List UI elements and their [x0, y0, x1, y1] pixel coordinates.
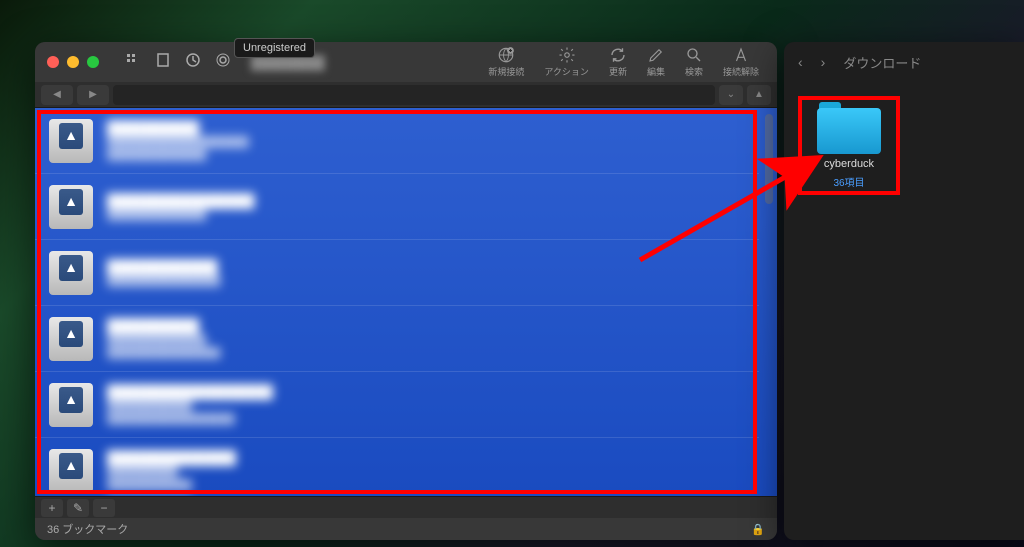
- bookmark-title: ████████████: [107, 259, 745, 274]
- folder-item[interactable]: cyberduck 36項目: [804, 102, 894, 189]
- status-text: 36 ブックマーク: [47, 521, 128, 537]
- bookmark-subtitle: ██████████████: [107, 210, 745, 221]
- finder-nav: ‹ ›: [798, 54, 825, 70]
- view-mode-icons: [125, 52, 231, 73]
- titlebar: ████████ 新規接続 アクション 更新 編集 検索: [35, 42, 777, 82]
- remove-bookmark-button[interactable]: −: [93, 499, 115, 517]
- bookmark-item[interactable]: ██████████████ ██████████ ████████████: [35, 438, 759, 496]
- history-icon[interactable]: [185, 52, 201, 73]
- bookmark-title: ██████████████: [107, 450, 745, 465]
- folder-icon: [817, 102, 881, 154]
- scrollbar[interactable]: [765, 114, 773, 204]
- nav-forward-button[interactable]: ▶: [77, 85, 109, 105]
- bookmark-subtitle: ████████████████: [107, 276, 745, 287]
- action-button[interactable]: アクション: [536, 44, 597, 80]
- path-dropdown-icon[interactable]: ⌄: [719, 85, 743, 105]
- finder-back-button[interactable]: ‹: [798, 54, 803, 70]
- new-connection-button[interactable]: 新規接続: [480, 44, 532, 80]
- bookmark-subtitle: ████████████: [107, 480, 745, 491]
- toolbar: 新規接続 アクション 更新 編集 検索 接続解除: [480, 42, 767, 82]
- bookmark-subtitle: ██████████: [107, 467, 745, 478]
- cyberduck-window: ████████ 新規接続 アクション 更新 編集 検索: [35, 42, 777, 540]
- server-icon: [49, 383, 93, 427]
- navigation-bar: ◀ ▶ ⌄ ▲: [35, 82, 777, 108]
- footer-toolbar: + ✎ −: [35, 496, 777, 518]
- bookmark-subtitle: ██████████████████: [107, 414, 745, 425]
- bonjour-icon[interactable]: [215, 52, 231, 73]
- bookmark-item[interactable]: ██████████ ████████████████████ ████████…: [35, 108, 759, 174]
- traffic-lights: [47, 56, 99, 68]
- maximize-button[interactable]: [87, 56, 99, 68]
- edit-button[interactable]: 編集: [639, 44, 673, 80]
- bookmark-item[interactable]: ████████████████ ██████████████: [35, 174, 759, 240]
- bookmark-list-area: ██████████ ████████████████████ ████████…: [35, 108, 777, 496]
- bookmark-subtitle: ██████████████: [107, 335, 745, 346]
- unregistered-badge: Unregistered: [234, 38, 315, 58]
- nav-up-button[interactable]: ▲: [747, 85, 771, 105]
- search-button[interactable]: 検索: [677, 44, 711, 80]
- bookmark-item[interactable]: ██████████████████ ████████████ ████████…: [35, 372, 759, 438]
- bookmark-subtitle: ██████████████: [107, 150, 745, 161]
- server-icon: [49, 251, 93, 295]
- add-bookmark-button[interactable]: +: [41, 499, 63, 517]
- bookmark-list[interactable]: ██████████ ████████████████████ ████████…: [35, 108, 759, 496]
- bookmark-item[interactable]: ████████████ ████████████████: [35, 240, 759, 306]
- server-icon: [49, 317, 93, 361]
- finder-title: ダウンロード: [843, 53, 921, 72]
- server-icon: [49, 449, 93, 493]
- disconnect-button[interactable]: 接続解除: [715, 44, 767, 80]
- bookmark-title: ██████████████████: [107, 384, 745, 399]
- finder-window: ‹ › ダウンロード cyberduck 36項目: [784, 42, 1024, 540]
- bookmark-view-icon[interactable]: [125, 52, 141, 73]
- bookmark-subtitle: ████████████████████: [107, 137, 745, 148]
- folder-item-count: 36項目: [833, 174, 864, 189]
- bookmark-title: ██████████: [107, 318, 745, 333]
- bookmark-title: ████████████████: [107, 193, 745, 208]
- refresh-button[interactable]: 更新: [601, 44, 635, 80]
- bookmark-subtitle: ████████████: [107, 401, 745, 412]
- nav-back-button[interactable]: ◀: [41, 85, 73, 105]
- server-icon: [49, 185, 93, 229]
- bookmark-title: ██████████: [107, 120, 745, 135]
- outline-view-icon[interactable]: [155, 52, 171, 73]
- close-button[interactable]: [47, 56, 59, 68]
- path-field[interactable]: [113, 85, 715, 105]
- finder-content[interactable]: cyberduck 36項目: [784, 82, 1024, 209]
- bookmark-item[interactable]: ██████████ ██████████████ ██████████████…: [35, 306, 759, 372]
- bookmark-subtitle: ████████████████: [107, 348, 745, 359]
- server-icon: [49, 119, 93, 163]
- folder-name: cyberduck: [824, 158, 874, 170]
- edit-bookmark-button[interactable]: ✎: [67, 499, 89, 517]
- minimize-button[interactable]: [67, 56, 79, 68]
- finder-forward-button[interactable]: ›: [821, 54, 826, 70]
- lock-icon: 🔒: [751, 523, 765, 536]
- finder-toolbar: ‹ › ダウンロード: [784, 42, 1024, 82]
- status-bar: 36 ブックマーク 🔒: [35, 518, 777, 540]
